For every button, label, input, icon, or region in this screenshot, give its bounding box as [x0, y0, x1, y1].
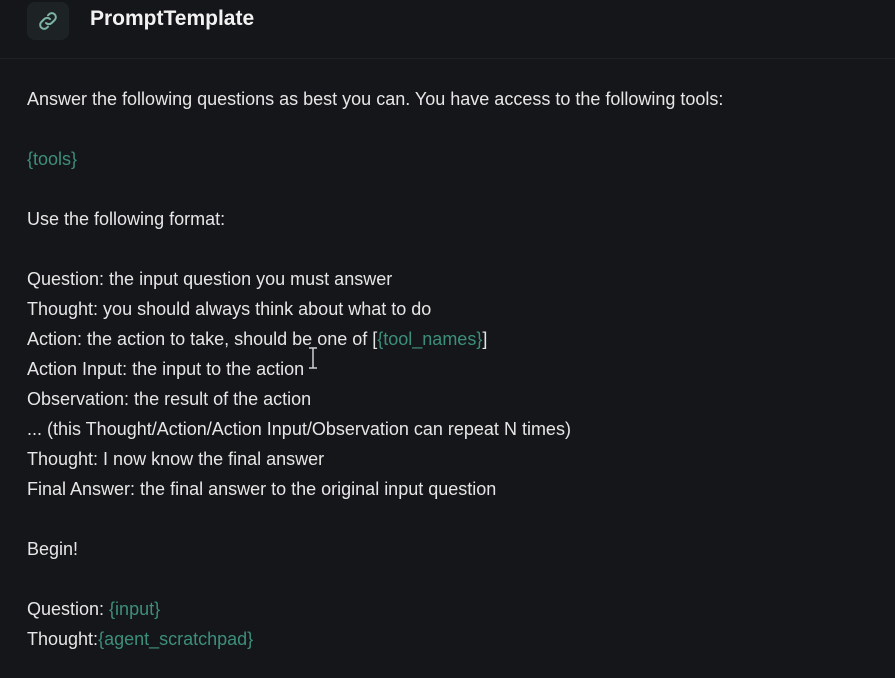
text-cursor-icon	[308, 347, 318, 369]
thought-label: Thought:	[27, 629, 99, 649]
format-intro-line: Use the following format:	[27, 209, 226, 229]
final-thought-line: Thought: I now know the final answer	[27, 449, 325, 469]
intro-line: Answer the following questions as best y…	[27, 89, 724, 109]
panel-header: PromptTemplate	[0, 0, 895, 59]
begin-line: Begin!	[27, 539, 79, 559]
prompt-template-panel: PromptTemplate Answer the following ques…	[0, 0, 895, 678]
observation-line: Observation: the result of the action	[27, 389, 312, 409]
repeat-line: ... (this Thought/Action/Action Input/Ob…	[27, 419, 571, 439]
tool-names-variable: {tool_names}	[377, 329, 483, 349]
tools-variable: {tools}	[27, 149, 78, 169]
question-input-line: Question: {input}	[27, 599, 160, 619]
question-line: Question: the input question you must an…	[27, 269, 393, 289]
thought-line: Thought: you should always think about w…	[27, 299, 432, 319]
link-icon	[27, 2, 69, 40]
input-variable: {input}	[109, 599, 161, 619]
action-input-line: Action Input: the input to the action	[27, 359, 305, 379]
action-line: Action: the action to take, should be on…	[27, 329, 487, 349]
question-label: Question:	[27, 599, 110, 619]
scratchpad-variable: {agent_scratchpad}	[98, 629, 254, 649]
thought-scratchpad-line: Thought:{agent_scratchpad}	[27, 629, 253, 649]
final-answer-line: Final Answer: the final answer to the or…	[27, 479, 497, 499]
action-prefix: Action: the action to take, should be on…	[27, 329, 378, 349]
action-suffix: ]	[482, 329, 488, 349]
component-title: PromptTemplate	[90, 7, 255, 30]
